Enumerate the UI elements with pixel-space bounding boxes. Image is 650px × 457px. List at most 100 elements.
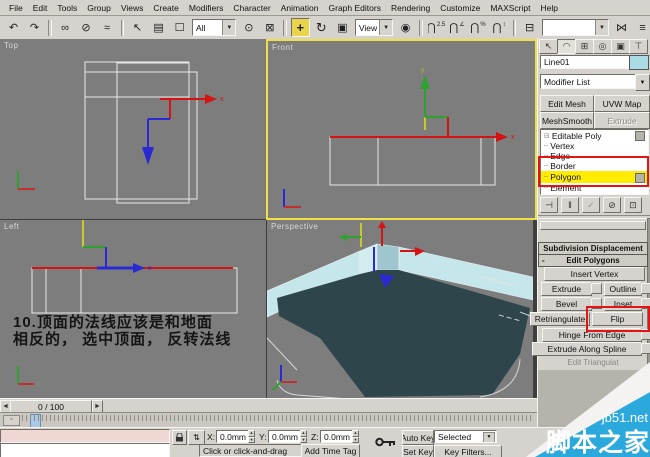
menu-edit[interactable]: Edit	[28, 3, 53, 13]
extrude-settings-icon[interactable]	[591, 283, 602, 294]
z-coord-spinner[interactable]: ▲▼	[352, 430, 359, 443]
select-object-icon[interactable]: ↖	[128, 18, 147, 37]
selection-filter-dropdown[interactable]: All ▼	[192, 19, 236, 36]
extrude-along-spline-button[interactable]: Extrude Along Spline	[532, 342, 642, 356]
unlink-selection-icon[interactable]: ⊘	[77, 18, 96, 37]
menu-tools[interactable]: Tools	[52, 3, 82, 13]
add-time-tag-button[interactable]: Add Time Tag	[301, 444, 360, 457]
menu-modifiers[interactable]: Modifiers	[184, 3, 228, 13]
hinge-settings-icon[interactable]	[641, 329, 650, 340]
stack-state-icon[interactable]	[635, 173, 645, 183]
window-crossing-icon[interactable]: ⊠	[260, 18, 279, 37]
edit-triangulation-button[interactable]: Edit Triangulat	[540, 357, 646, 367]
modifier-list-dropdown[interactable]: Modifier List	[540, 74, 639, 89]
menu-rendering[interactable]: Rendering	[386, 3, 435, 13]
menu-views[interactable]: Views	[116, 3, 149, 13]
hinge-from-edge-button[interactable]: Hinge From Edge	[542, 328, 642, 342]
menu-character[interactable]: Character	[228, 3, 275, 13]
x-coord-field[interactable]: 0.0mm	[216, 430, 251, 443]
stack-row-vertex[interactable]: ┄Vertex	[541, 141, 648, 151]
macro-recorder-line[interactable]	[0, 429, 170, 443]
stack-row-edge[interactable]: ┄Edge	[541, 151, 648, 161]
viewport-front-label[interactable]: Front	[272, 43, 293, 52]
insert-vertex-button[interactable]: Insert Vertex	[544, 267, 645, 281]
move-tool-icon[interactable]: +	[291, 18, 310, 37]
snap-toggle-icon[interactable]: ⋂2.5	[427, 18, 446, 37]
rollout-scroll-strip[interactable]	[540, 221, 646, 230]
maxscript-listener-line[interactable]	[0, 443, 170, 457]
menu-maxscript[interactable]: MAXScript	[485, 3, 535, 13]
mini-curve-editor-icon[interactable]: ~	[3, 415, 20, 426]
extrude-button[interactable]: Extrude	[541, 282, 592, 296]
viewport-left-label[interactable]: Left	[4, 222, 19, 231]
viewport-top-label[interactable]: Top	[4, 41, 18, 50]
stack-row-element[interactable]: ┄Element	[541, 183, 648, 193]
rollout-edit-polygons[interactable]: - Edit Polygons	[538, 254, 648, 267]
stack-state-icon[interactable]	[635, 131, 645, 141]
rotate-tool-icon[interactable]: ↻	[312, 18, 331, 37]
spinner-snap-icon[interactable]: ⋂↕	[490, 18, 509, 37]
mirror-icon[interactable]: ⋈	[612, 18, 631, 37]
remove-modifier-icon[interactable]: ⊘	[603, 197, 621, 213]
undo-icon[interactable]: ↶	[4, 18, 23, 37]
meshsmooth-button[interactable]: MeshSmooth	[540, 112, 594, 129]
z-coord-field[interactable]: 0.0mm	[320, 430, 355, 443]
edit-mesh-button[interactable]: Edit Mesh	[540, 95, 594, 112]
percent-snap-icon[interactable]: ⋂%	[469, 18, 488, 37]
pin-stack-icon[interactable]: ⊣	[540, 197, 558, 213]
set-key-button[interactable]: Set Key	[402, 445, 434, 457]
stack-row-editable-poly[interactable]: ⊟ Editable Poly	[541, 130, 648, 141]
stack-row-polygon[interactable]: ┄Polygon	[541, 171, 648, 183]
track-bar[interactable]: ~	[0, 412, 537, 428]
tab-modify-icon[interactable]: ◠	[557, 39, 576, 54]
tab-hierarchy-icon[interactable]: ⊞	[575, 39, 594, 54]
auto-key-button[interactable]: Auto Key	[402, 430, 434, 445]
menu-help[interactable]: Help	[536, 3, 563, 13]
select-and-link-icon[interactable]: ∞	[56, 18, 75, 37]
named-selection-dropdown[interactable]: ▼	[542, 19, 609, 36]
selection-lock-icon[interactable]	[172, 430, 187, 445]
inset-settings-icon[interactable]	[641, 298, 650, 309]
viewport-perspective-label[interactable]: Perspective	[271, 222, 318, 231]
flip-button[interactable]: Flip	[592, 312, 643, 326]
key-selection-dropdown[interactable]: Selected ▼	[434, 430, 497, 443]
bevel-settings-icon[interactable]	[591, 298, 602, 309]
object-color-swatch[interactable]	[629, 55, 649, 70]
edit-named-selections-icon[interactable]: ⊟	[520, 18, 539, 37]
outline-settings-icon[interactable]	[641, 283, 650, 294]
viewport-perspective[interactable]: Perspective	[267, 220, 533, 398]
select-by-name-icon[interactable]: ▤	[149, 18, 168, 37]
tab-utilities-icon[interactable]: ⊤	[629, 39, 648, 54]
reference-coordinate-dropdown[interactable]: View ▼	[355, 19, 393, 36]
tab-display-icon[interactable]: ▣	[611, 39, 630, 54]
viewport-front[interactable]: Front x y	[266, 39, 537, 220]
menu-group[interactable]: Group	[82, 3, 116, 13]
inset-button[interactable]: Inset	[604, 297, 642, 311]
y-coord-field[interactable]: 0.0mm	[268, 430, 303, 443]
y-coord-spinner[interactable]: ▲▼	[300, 430, 307, 443]
extrude-along-spline-settings-icon[interactable]	[641, 343, 650, 354]
scale-tool-icon[interactable]: ▣	[333, 18, 352, 37]
uvw-map-button[interactable]: UVW Map	[594, 95, 650, 112]
bevel-button[interactable]: Bevel	[541, 297, 592, 311]
collapse-icon[interactable]: ⊟	[544, 132, 550, 140]
stack-row-border[interactable]: ┄Border	[541, 161, 648, 171]
object-name-field[interactable]: Line01	[540, 55, 631, 69]
use-pivot-center-icon[interactable]: ◉	[396, 18, 415, 37]
retriangulate-button[interactable]: Retriangulate	[530, 312, 590, 326]
absolute-offset-mode-icon[interactable]: ⇅	[188, 430, 205, 445]
tab-motion-icon[interactable]: ◎	[593, 39, 612, 54]
menu-create[interactable]: Create	[148, 3, 184, 13]
bind-to-spacewarp-icon[interactable]: ≈	[98, 18, 117, 37]
select-by-name-dialog-icon[interactable]: ⊙	[239, 18, 258, 37]
key-filters-button[interactable]: Key Filters...	[434, 445, 502, 457]
configure-modifier-sets-icon[interactable]: ⊡	[624, 197, 642, 213]
chevron-down-icon[interactable]: ▼	[635, 74, 650, 91]
menu-customize[interactable]: Customize	[435, 3, 485, 13]
angle-snap-icon[interactable]: ⋂∠	[448, 18, 467, 37]
menu-animation[interactable]: Animation	[276, 3, 324, 13]
menu-file[interactable]: File	[4, 3, 28, 13]
align-icon[interactable]: ≡	[633, 18, 650, 37]
show-end-result-icon[interactable]: ‖	[561, 197, 579, 213]
menu-graph-editors[interactable]: Graph Editors	[324, 3, 386, 13]
